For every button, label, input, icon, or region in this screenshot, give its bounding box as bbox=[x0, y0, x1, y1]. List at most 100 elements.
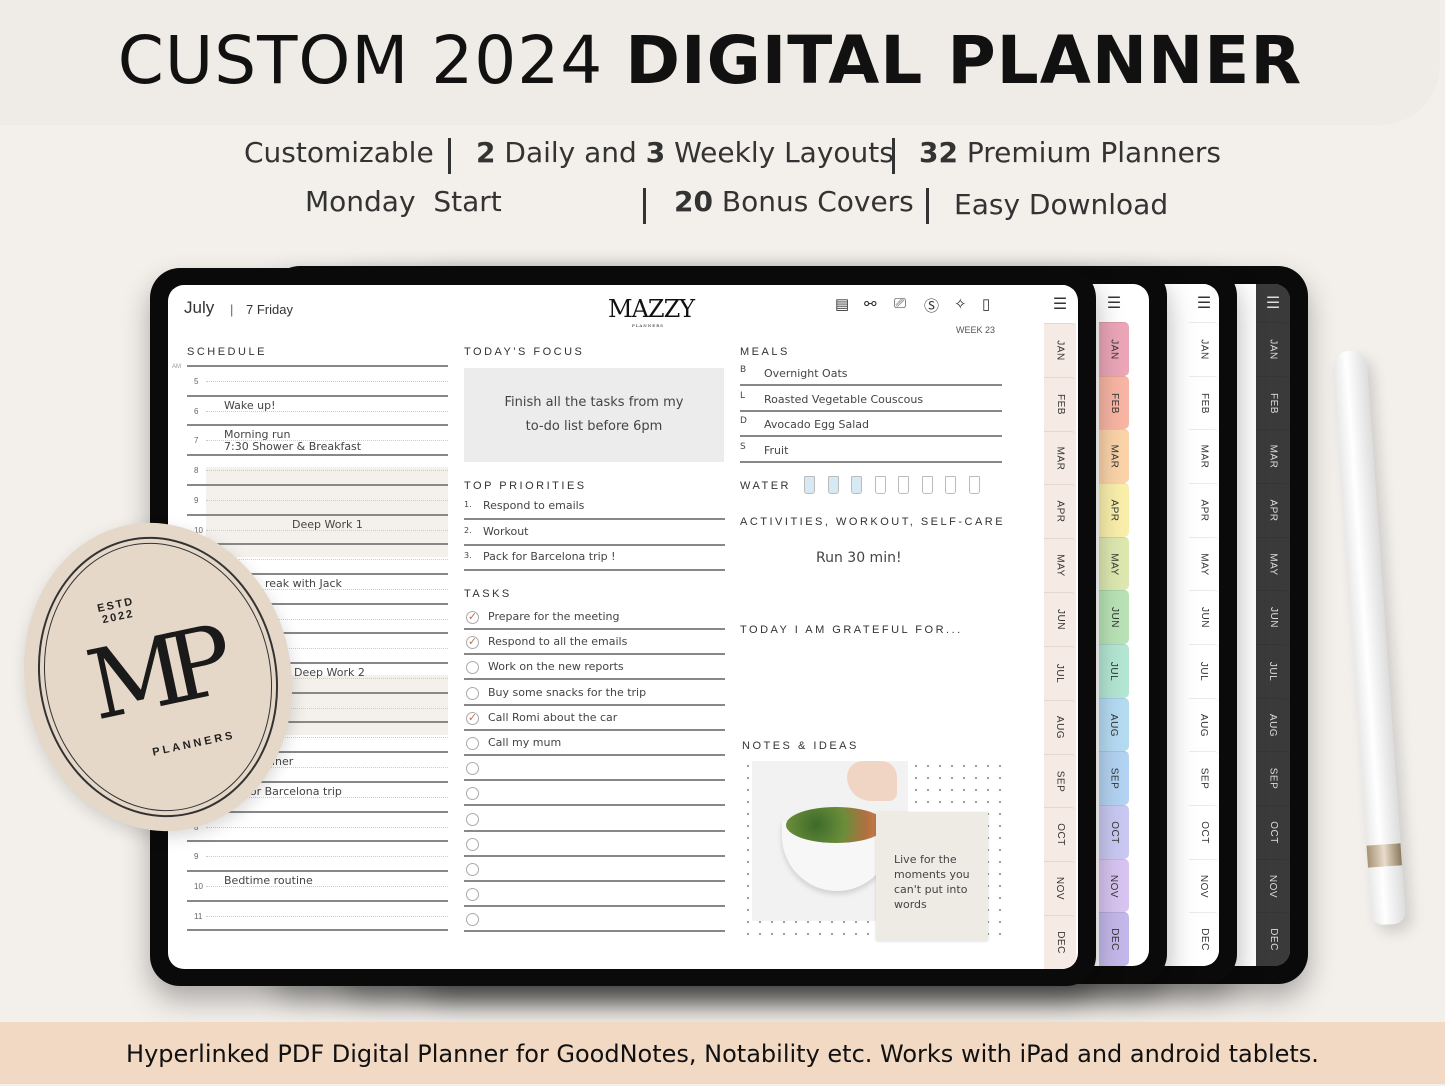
month-tab-jun[interactable]: JUN bbox=[1044, 592, 1076, 646]
month-tab-oct[interactable]: OCT bbox=[1189, 805, 1219, 859]
month-tab-may[interactable]: MAY bbox=[1099, 536, 1129, 591]
task-item[interactable]: Prepare for the meeting bbox=[488, 610, 620, 623]
task-checkbox[interactable] bbox=[466, 863, 479, 876]
meal-item[interactable]: Roasted Vegetable Couscous bbox=[764, 393, 923, 406]
water-glass[interactable] bbox=[921, 476, 933, 494]
month-tab-feb[interactable]: FEB bbox=[1044, 376, 1076, 431]
menu-icon[interactable]: ☰ bbox=[1256, 284, 1290, 322]
schedule-entry[interactable]: 7:30 Shower & Breakfast bbox=[224, 440, 361, 453]
water-glass[interactable] bbox=[804, 476, 815, 494]
month-tab-jul[interactable]: JUL bbox=[1189, 644, 1219, 698]
month-label[interactable]: July bbox=[184, 298, 214, 318]
month-tab-may[interactable]: MAY bbox=[1256, 536, 1290, 591]
task-checkbox[interactable] bbox=[466, 787, 479, 801]
camera-icon[interactable]: ⎚ bbox=[894, 295, 906, 312]
water-glass[interactable] bbox=[851, 476, 862, 494]
dumbbell-icon[interactable]: ⚯ bbox=[864, 295, 877, 313]
schedule-entry[interactable]: Deep Work 1 bbox=[292, 518, 363, 531]
month-tab-may[interactable]: MAY bbox=[1044, 538, 1076, 593]
month-tab-mar[interactable]: MAR bbox=[1099, 429, 1129, 484]
month-tab-apr[interactable]: APR bbox=[1099, 483, 1129, 537]
task-checkbox[interactable] bbox=[466, 888, 479, 902]
month-tab-jun[interactable]: JUN bbox=[1189, 590, 1219, 645]
month-tab-aug[interactable]: AUG bbox=[1189, 697, 1219, 752]
month-tab-feb[interactable]: FEB bbox=[1099, 375, 1129, 430]
month-tab-nov[interactable]: NOV bbox=[1044, 861, 1076, 916]
month-tab-aug[interactable]: AUG bbox=[1044, 699, 1076, 754]
clipboard-icon[interactable]: ▤ bbox=[835, 295, 849, 313]
task-checkbox[interactable] bbox=[466, 737, 479, 750]
water-glass[interactable] bbox=[968, 476, 980, 494]
month-tab-jun[interactable]: JUN bbox=[1099, 590, 1129, 645]
month-tab-dec[interactable]: DEC bbox=[1189, 912, 1219, 966]
month-tab-may[interactable]: MAY bbox=[1189, 536, 1219, 591]
month-tab-sep[interactable]: SEP bbox=[1099, 751, 1129, 806]
month-tab-dec[interactable]: DEC bbox=[1099, 912, 1129, 966]
schedule-entry[interactable]: Deep Work 2 bbox=[294, 666, 365, 679]
task-item[interactable]: Call my mum bbox=[488, 736, 561, 749]
task-checkbox[interactable] bbox=[466, 762, 479, 776]
task-checkbox[interactable] bbox=[466, 812, 479, 826]
menu-icon[interactable]: ☰ bbox=[1189, 284, 1219, 322]
month-tab-oct[interactable]: OCT bbox=[1044, 807, 1076, 862]
task-checkbox[interactable] bbox=[466, 837, 479, 851]
month-tab-nov[interactable]: NOV bbox=[1189, 858, 1219, 913]
month-tab-jul[interactable]: JUL bbox=[1256, 644, 1290, 698]
activities-input[interactable]: Run 30 min! bbox=[816, 550, 902, 566]
schedule-entry[interactable]: reak with Jack bbox=[265, 577, 342, 590]
month-tab-jan[interactable]: JAN bbox=[1189, 322, 1219, 376]
task-checkbox[interactable] bbox=[466, 661, 479, 675]
month-tab-sep[interactable]: SEP bbox=[1044, 753, 1076, 808]
dollar-icon[interactable]: Ⓢ bbox=[924, 295, 939, 316]
meal-item[interactable]: Fruit bbox=[764, 444, 788, 457]
month-tab-nov[interactable]: NOV bbox=[1256, 858, 1290, 913]
water-glass[interactable] bbox=[827, 476, 839, 494]
schedule-entry[interactable]: Wake up! bbox=[224, 399, 276, 412]
month-tab-apr[interactable]: APR bbox=[1044, 484, 1076, 539]
task-item[interactable]: Work on the new reports bbox=[488, 660, 624, 673]
meal-item[interactable]: Overnight Oats bbox=[764, 367, 848, 380]
task-item[interactable]: Buy some snacks for the trip bbox=[488, 686, 646, 699]
menu-icon[interactable]: ☰ bbox=[1099, 284, 1129, 322]
month-tab-jan[interactable]: JAN bbox=[1044, 323, 1076, 377]
month-tab-aug[interactable]: AUG bbox=[1099, 697, 1129, 752]
water-glass[interactable] bbox=[874, 476, 886, 494]
month-tab-sep[interactable]: SEP bbox=[1256, 751, 1290, 806]
water-glass[interactable] bbox=[898, 476, 909, 494]
month-tab-dec[interactable]: DEC bbox=[1044, 915, 1076, 969]
month-tab-mar[interactable]: MAR bbox=[1044, 430, 1076, 485]
month-tab-apr[interactable]: APR bbox=[1256, 483, 1290, 537]
month-tab-feb[interactable]: FEB bbox=[1256, 375, 1290, 430]
priority-item[interactable]: Pack for Barcelona trip ! bbox=[483, 550, 616, 563]
month-tab-dec[interactable]: DEC bbox=[1256, 912, 1290, 966]
task-item[interactable]: Respond to all the emails bbox=[488, 635, 627, 648]
month-tab-mar[interactable]: MAR bbox=[1256, 429, 1290, 484]
task-checkbox[interactable]: ✓ bbox=[466, 611, 479, 624]
sparkle-icon[interactable]: ✧ bbox=[954, 295, 967, 313]
month-tab-oct[interactable]: OCT bbox=[1099, 805, 1129, 859]
month-tab-jul[interactable]: JUL bbox=[1044, 645, 1076, 700]
water-glass[interactable] bbox=[945, 476, 956, 494]
month-tab-aug[interactable]: AUG bbox=[1256, 697, 1290, 752]
month-tab-oct[interactable]: OCT bbox=[1256, 805, 1290, 859]
page-icon[interactable]: ▯ bbox=[982, 295, 990, 313]
month-tab-jan[interactable]: JAN bbox=[1099, 322, 1129, 376]
priority-item[interactable]: Workout bbox=[483, 525, 528, 538]
month-tab-feb[interactable]: FEB bbox=[1189, 375, 1219, 430]
menu-icon[interactable]: ☰ bbox=[1044, 285, 1076, 323]
priority-item[interactable]: Respond to emails bbox=[483, 499, 584, 512]
meal-item[interactable]: Avocado Egg Salad bbox=[764, 418, 869, 431]
month-tab-mar[interactable]: MAR bbox=[1189, 429, 1219, 484]
task-checkbox[interactable] bbox=[466, 913, 479, 927]
month-tab-jul[interactable]: JUL bbox=[1099, 644, 1129, 698]
month-tab-jan[interactable]: JAN bbox=[1256, 322, 1290, 376]
month-tab-jun[interactable]: JUN bbox=[1256, 590, 1290, 645]
week-label[interactable]: WEEK 23 bbox=[956, 325, 995, 335]
task-checkbox[interactable]: ✓ bbox=[466, 711, 479, 725]
month-tab-nov[interactable]: NOV bbox=[1099, 858, 1129, 913]
task-item[interactable]: Call Romi about the car bbox=[488, 711, 617, 724]
month-tab-sep[interactable]: SEP bbox=[1189, 751, 1219, 806]
month-tab-apr[interactable]: APR bbox=[1189, 483, 1219, 537]
task-checkbox[interactable]: ✓ bbox=[466, 636, 479, 650]
schedule-entry[interactable]: Bedtime routine bbox=[224, 874, 313, 887]
